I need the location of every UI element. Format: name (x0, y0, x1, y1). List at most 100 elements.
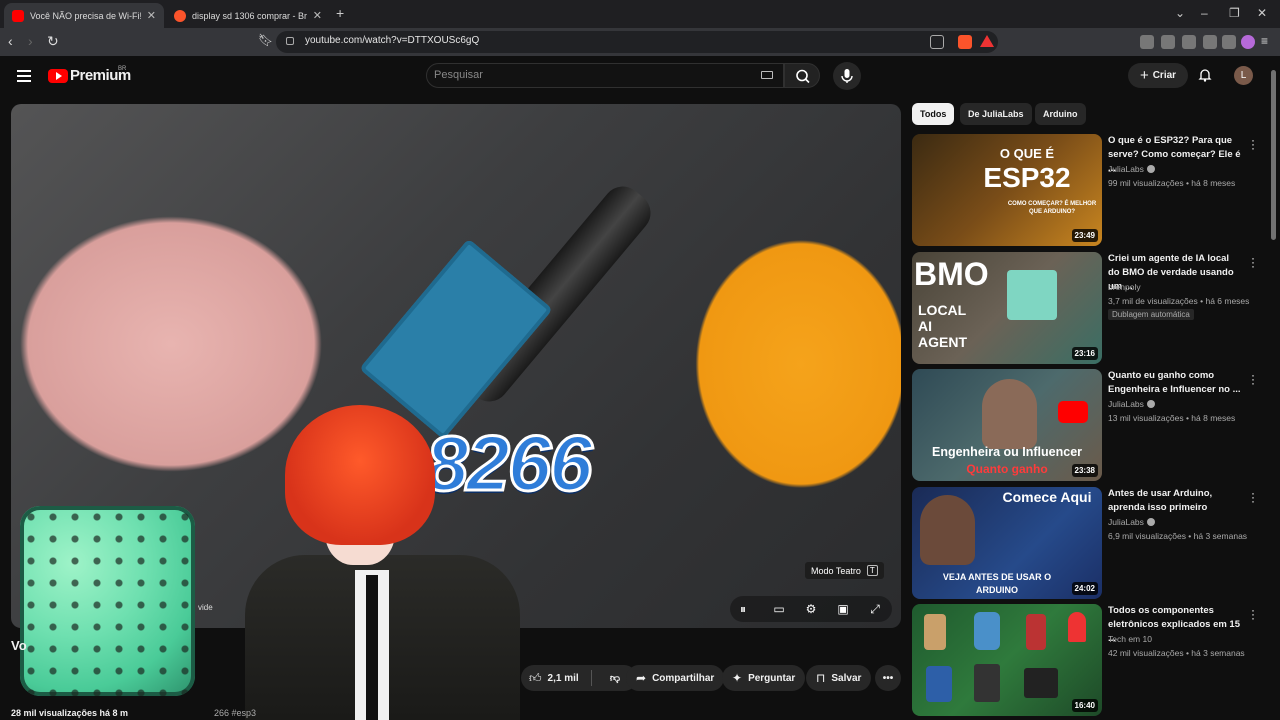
recommendation-stats: 6,9 mil visualizações • há 3 semanas (1108, 531, 1248, 541)
recommendation-item[interactable]: Comece Aqui VEJA ANTES DE USAR O ARDUINO… (912, 487, 1262, 599)
theater-mode-icon[interactable]: ▣ (835, 601, 851, 617)
thumbnail-text-top: O QUE É (999, 146, 1055, 161)
save-label: Salvar (831, 672, 862, 684)
close-tab-icon[interactable]: ✕ (147, 9, 156, 22)
like-button[interactable]: 👍︎ 2,1 mil (521, 665, 591, 691)
cast-icon[interactable] (930, 35, 944, 49)
bmo-robot-shape (1007, 270, 1057, 320)
share-label: Compartilhar (652, 672, 715, 684)
chip-de-julialabs[interactable]: De JuliaLabs (960, 103, 1032, 125)
chip-todos[interactable]: Todos (912, 103, 955, 125)
person-shape (982, 379, 1037, 449)
bookmark-save-icon: ⊓ (816, 671, 826, 685)
wallet-icon[interactable] (1182, 35, 1196, 49)
tab-youtube[interactable]: Você NÃO precisa de Wi-Fi! Us ✕ (4, 3, 164, 28)
channel-name[interactable]: Tech em 10 (1108, 634, 1152, 644)
recommendation-channel[interactable]: JuliaLabs (1108, 517, 1155, 527)
transistor-shape (926, 666, 952, 702)
account-avatar[interactable]: L (1234, 66, 1253, 85)
brave-rewards-icon[interactable] (980, 35, 994, 47)
tab-brave-search[interactable]: display sd 1306 comprar - Brave Sea ✕ (166, 3, 330, 28)
more-vert-icon[interactable]: · · · (1250, 252, 1256, 272)
fullscreen-icon[interactable]: ⤢ (867, 601, 883, 617)
chip-arduino[interactable]: Arduino (1035, 103, 1086, 125)
recommendation-channel[interactable]: brenpoly (1108, 282, 1141, 292)
tab-label: display sd 1306 comprar - Brave Sea (192, 10, 307, 21)
leo-ai-icon[interactable] (1203, 35, 1217, 49)
vpn-icon[interactable] (1222, 35, 1236, 49)
recommendation-item[interactable]: BMO LOCAL AI AGENT 23:16 Criei um agente… (912, 252, 1262, 364)
video-thumbnail[interactable]: 16:40 (912, 604, 1102, 716)
close-tab-icon[interactable]: ✕ (313, 9, 322, 22)
share-button[interactable]: ➦ Compartilhar (626, 665, 725, 691)
more-actions-button[interactable]: ••• (875, 665, 901, 691)
channel-name[interactable]: JuliaLabs (1108, 517, 1144, 527)
settings-gear-icon[interactable]: ⚙ (803, 601, 819, 617)
like-count: 2,1 mil (547, 672, 579, 684)
hamburger-menu-icon[interactable] (17, 70, 31, 82)
bookmark-icon[interactable]: 🔖︎ (258, 33, 273, 47)
video-title: Vo (11, 638, 27, 653)
channel-name[interactable]: JuliaLabs (1108, 399, 1144, 409)
video-thumbnail[interactable]: Comece Aqui VEJA ANTES DE USAR O ARDUINO… (912, 487, 1102, 599)
keyboard-icon[interactable] (761, 71, 773, 79)
ask-button[interactable]: ✦ Perguntar (722, 665, 806, 691)
tooltip-label: Modo Teatro (811, 565, 861, 576)
minimize-icon[interactable]: – (1201, 6, 1208, 20)
recommendation-title[interactable]: Antes de usar Arduino, aprenda isso prim… (1108, 487, 1242, 515)
recommendation-channel[interactable]: JuliaLabs (1108, 399, 1155, 409)
autoplay-toggle-icon[interactable]: ⏸ (735, 601, 751, 617)
tab-list-chevron-icon[interactable]: ⌄ (1175, 6, 1185, 20)
recommendation-channel[interactable]: JuliaLabs (1108, 164, 1155, 174)
save-button[interactable]: ⊓ Salvar (806, 665, 872, 691)
brave-favicon-icon (174, 9, 186, 22)
search-button[interactable] (784, 63, 820, 88)
thumbnail-text-big: ESP32 (983, 162, 1071, 193)
mascot-pattern (20, 506, 195, 696)
recommendation-channel[interactable]: Tech em 10 (1108, 634, 1152, 644)
channel-name[interactable]: JuliaLabs (1108, 164, 1144, 174)
media-icon[interactable] (1140, 35, 1154, 49)
create-button[interactable]: + Criar (1128, 63, 1188, 88)
maximize-icon[interactable]: ❐ (1229, 6, 1240, 20)
new-tab-button[interactable]: + (336, 5, 344, 21)
thumbnail-text-sub: VEJA ANTES DE USAR O ARDUINO (942, 572, 1052, 595)
video-duration: 23:49 (1071, 229, 1098, 242)
youtube-logo-icon[interactable] (48, 69, 68, 83)
thumbs-down-icon: 👎︎ (609, 673, 621, 684)
video-duration: 23:38 (1071, 464, 1098, 477)
search-placeholder[interactable]: Pesquisar (434, 69, 483, 81)
forward-icon[interactable]: › (28, 33, 33, 49)
recommendation-item[interactable]: 16:40 Todos os componentes eletrônicos e… (912, 604, 1262, 716)
video-hashtags[interactable]: 266 #esp3 (214, 708, 256, 718)
reload-icon[interactable]: ↻ (47, 33, 59, 50)
window-close-icon[interactable]: ✕ (1257, 6, 1267, 20)
youtube-favicon-icon (12, 9, 24, 22)
more-vert-icon[interactable]: · · · (1250, 487, 1256, 507)
brave-shields-icon[interactable] (958, 35, 972, 49)
page-scrollbar[interactable] (1271, 70, 1276, 240)
video-thumbnail[interactable]: O QUE É ESP32 COMO COMEÇAR? É MELHOR QUE… (912, 134, 1102, 246)
more-vert-icon[interactable]: · · · (1250, 604, 1256, 624)
profile-icon[interactable] (1241, 35, 1255, 49)
recommendation-item[interactable]: O QUE É ESP32 COMO COMEÇAR? É MELHOR QUE… (912, 134, 1262, 246)
thumbnail-text-sub: COMO COMEÇAR? É MELHOR QUE ARDUINO? (1007, 201, 1097, 215)
notifications-bell-icon[interactable] (1198, 68, 1212, 82)
voice-search-button[interactable] (833, 62, 861, 90)
led-shape (1068, 612, 1086, 642)
video-thumbnail[interactable]: BMO LOCAL AI AGENT 23:16 (912, 252, 1102, 364)
url-text[interactable]: youtube.com/watch?v=DTTXOUSc6gQ (305, 35, 479, 46)
video-thumbnail[interactable]: Engenheira ou Influencer Quanto ganho 23… (912, 369, 1102, 481)
subtitles-icon[interactable]: ▭ (771, 601, 787, 617)
more-vert-icon[interactable]: · · · (1250, 134, 1256, 154)
more-vert-icon[interactable]: · · · (1250, 369, 1256, 389)
recommendation-item[interactable]: Engenheira ou Influencer Quanto ganho 23… (912, 369, 1262, 481)
site-info-icon[interactable] (286, 37, 294, 45)
recommendation-title[interactable]: Quanto eu ganho como Engenheira e Influe… (1108, 369, 1242, 397)
back-icon[interactable]: ‹ (8, 33, 13, 49)
channel-name[interactable]: brenpoly (1108, 282, 1141, 292)
browser-menu-icon[interactable]: ≡ (1261, 35, 1275, 49)
diode-shape (1026, 614, 1046, 650)
tooltip-shortcut: T (866, 565, 878, 576)
sidebar-toggle-icon[interactable] (1161, 35, 1175, 49)
